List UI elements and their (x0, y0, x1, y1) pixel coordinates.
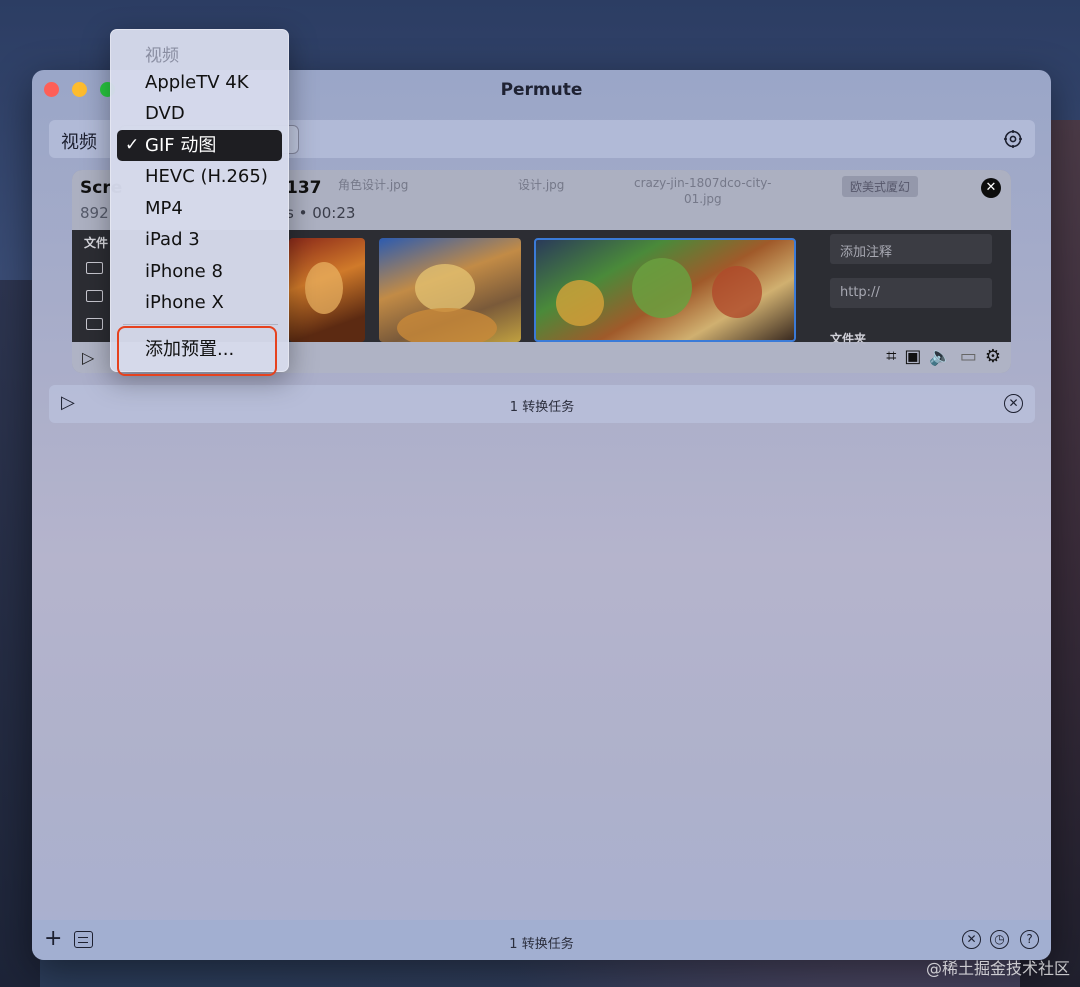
menu-item-appletv[interactable]: AppleTV 4K (117, 67, 282, 98)
subtitles-icon[interactable]: ▭ (960, 347, 977, 367)
menu-item-hevc[interactable]: HEVC (H.265) (117, 161, 282, 192)
menu-item-iphone8[interactable]: iPhone 8 (117, 256, 282, 287)
remove-item-button[interactable]: ✕ (981, 178, 1001, 198)
cancel-all-icon[interactable]: ✕ (1004, 394, 1023, 413)
card-tools: ⌗ ▣ 🔈 ▭ ⚙ (886, 347, 1001, 367)
crop-icon[interactable]: ⌗ (886, 347, 896, 367)
annotation-highlight-box (117, 326, 277, 376)
menu-item-iphonex[interactable]: iPhone X (117, 287, 282, 318)
bottom-bar: + 1 转换任务 ✕ ◷ ? (32, 920, 1051, 960)
preset-dropdown-menu: 视频 AppleTV 4K DVD ✓ GIF 动图 HEVC (H.265) … (110, 29, 289, 372)
menu-item-label: GIF 动图 (145, 135, 217, 156)
watermark: @稀土掘金技术社区 (925, 959, 1070, 978)
image-thumbnail[interactable] (289, 238, 365, 342)
menu-item-label: DVD (145, 103, 185, 124)
menu-item-label: HEVC (H.265) (145, 166, 268, 187)
ghost-filename: 设计.jpg (518, 178, 565, 192)
help-icon[interactable]: ? (1020, 930, 1039, 949)
menu-item-label: AppleTV 4K (145, 72, 249, 93)
folder-icon (86, 262, 103, 274)
history-clock-icon[interactable]: ◷ (990, 930, 1009, 949)
finder-sidebar-label: 文件 (84, 236, 109, 250)
menu-item-mp4[interactable]: MP4 (117, 193, 282, 224)
audio-icon[interactable]: 🔈 (929, 347, 951, 367)
checkmark-icon: ✓ (125, 135, 140, 155)
category-label: 视频 (61, 132, 97, 153)
menu-item-gif[interactable]: ✓ GIF 动图 (117, 130, 282, 161)
file-name-end: 137 (286, 178, 322, 198)
ghost-filename: 01.jpg (684, 192, 722, 206)
menu-separator (123, 324, 278, 325)
ghost-filename: 角色设计.jpg (338, 178, 409, 192)
note-field[interactable]: 添加注释 (830, 234, 992, 264)
menu-item-label: MP4 (145, 198, 183, 219)
play-icon[interactable]: ▷ (82, 348, 94, 367)
clear-icon[interactable]: ✕ (962, 930, 981, 949)
finder-sidebar: 文件 (72, 230, 112, 342)
file-meta-start: 892 (80, 204, 109, 222)
summary-task-count: 1 转换任务 (509, 400, 575, 415)
menu-item-label: iPad 3 (145, 229, 200, 250)
url-field[interactable]: http:// (830, 278, 992, 308)
menu-item-ipad3[interactable]: iPad 3 (117, 224, 282, 255)
ghost-tag: 欧美式厦幻 (842, 176, 919, 197)
menu-item-label: iPhone X (145, 292, 224, 313)
image-thumbnail[interactable] (379, 238, 521, 342)
item-settings-gear-icon[interactable]: ⚙ (985, 347, 1001, 367)
menu-item-label: iPhone 8 (145, 261, 223, 282)
menu-item-dvd[interactable]: DVD (117, 98, 282, 129)
file-meta-end: s • 00:23 (286, 204, 356, 222)
image-thumbnail-selected[interactable] (534, 238, 796, 342)
folder-icon (86, 318, 103, 330)
settings-gear-icon[interactable] (1003, 129, 1023, 149)
video-settings-icon[interactable]: ▣ (904, 347, 921, 367)
ghost-filename: crazy-jin-1807dco-city- (634, 176, 772, 190)
bottom-task-count: 1 转换任务 (509, 937, 574, 952)
conversion-summary-row: ▷ 1 转换任务 ✕ (49, 385, 1035, 423)
menu-section-header: 视频 (145, 46, 179, 66)
folder-icon (86, 290, 103, 302)
